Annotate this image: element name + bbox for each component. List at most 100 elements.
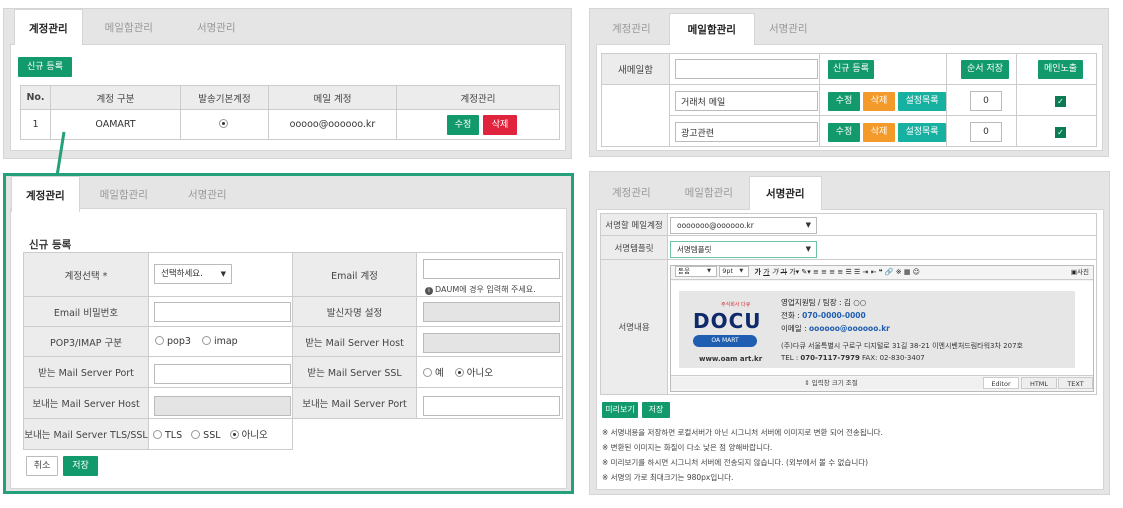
recv-port-input[interactable] xyxy=(154,364,291,384)
new-mailbox-button[interactable]: 신규 등록 xyxy=(828,60,874,79)
source-photo-button[interactable]: ▣사진 xyxy=(1071,266,1089,279)
new-account-button[interactable]: 신규 등록 xyxy=(18,57,72,77)
tab-mailbox[interactable]: 메일함관리 xyxy=(80,176,168,212)
save-button[interactable]: 저장 xyxy=(63,456,98,476)
imap-label: imap xyxy=(213,336,238,347)
align-left-icon[interactable]: ≡ xyxy=(813,268,819,276)
ssl-yes-radio[interactable] xyxy=(423,368,432,377)
main-expose-check-icon[interactable]: ✓ xyxy=(1055,127,1066,138)
bullet-list-icon[interactable]: ☰ xyxy=(854,268,860,276)
mailbox-settings-button[interactable]: 설정목록 xyxy=(898,92,946,111)
tab-signature[interactable]: 서명관리 xyxy=(755,13,822,45)
preview-button[interactable]: 미리보기 xyxy=(602,402,638,418)
editor-mode-tab-html[interactable]: HTML xyxy=(1021,377,1057,389)
account-select-label: 계정선택 * xyxy=(23,252,149,297)
delete-button[interactable]: 삭제 xyxy=(483,115,517,135)
logo-small-text: 주식회사 다큐 xyxy=(721,302,751,308)
indent-icon[interactable]: ⇥ xyxy=(863,268,869,276)
mailbox-settings-button[interactable]: 설정목록 xyxy=(898,123,946,142)
col-default: 발송기본계정 xyxy=(180,85,269,110)
ssl-label: SSL xyxy=(203,430,221,441)
caret-down-icon: ▼ xyxy=(805,245,811,253)
mail-account-select[interactable]: ooooooo@oooooo.kr ▼ xyxy=(670,217,817,234)
account-table: No. 계정 구분 발송기본계정 메일 계정 계정관리 1 OAMART ooo… xyxy=(20,85,560,140)
tab-mailbox[interactable]: 메일함관리 xyxy=(669,176,749,210)
size-select[interactable]: 9pt ▼ xyxy=(719,266,750,277)
email-account-label: Email 계정 xyxy=(292,252,417,297)
edit-button[interactable]: 수정 xyxy=(447,115,479,135)
email-account-input[interactable] xyxy=(423,259,560,279)
default-radio[interactable] xyxy=(218,119,228,128)
italic-icon[interactable]: 가 xyxy=(772,268,778,276)
ssl-no-radio[interactable] xyxy=(454,368,464,377)
align-center-icon[interactable]: ≡ xyxy=(821,268,827,276)
mailbox-order-input-2[interactable] xyxy=(970,122,1002,142)
highlight-icon[interactable]: ✎▾ xyxy=(801,268,810,276)
tab-mailbox[interactable]: 메일함관리 xyxy=(83,9,175,45)
main-expose-check-icon[interactable]: ✓ xyxy=(1055,96,1066,107)
recv-ssl-cell: 예 아니오 xyxy=(416,356,563,388)
mailbox-name-input-1[interactable] xyxy=(675,91,818,111)
tab-accounts[interactable]: 계정관리 xyxy=(11,176,80,212)
tab-signature[interactable]: 서명관리 xyxy=(175,9,258,45)
protocol-cell: pop3 imap xyxy=(148,326,293,357)
tab-accounts[interactable]: 계정관리 xyxy=(594,176,669,210)
editor-mode-tab-text[interactable]: TEXT xyxy=(1058,377,1093,389)
order-save-button[interactable]: 순서 저장 xyxy=(961,60,1009,79)
bold-icon[interactable]: 가 xyxy=(754,268,760,276)
email-password-input[interactable] xyxy=(154,302,291,322)
special-char-icon[interactable]: ※ xyxy=(896,268,902,276)
main-expose-button[interactable]: 메인노출 xyxy=(1038,60,1083,79)
link-icon[interactable]: 🔗 xyxy=(885,268,894,276)
justify-icon[interactable]: ≡ xyxy=(837,268,843,276)
email-password-label: Email 비밀번호 xyxy=(23,296,149,327)
mailbox-delete-button[interactable]: 삭제 xyxy=(863,92,895,111)
strike-icon[interactable]: 가 xyxy=(781,268,787,276)
mailbox-edit-button[interactable]: 수정 xyxy=(828,123,860,142)
signature-save-button[interactable]: 저장 xyxy=(642,402,670,418)
tab-accounts[interactable]: 계정관리 xyxy=(594,13,669,45)
cancel-button[interactable]: 취소 xyxy=(26,456,58,476)
tab-bar: 계정관리 메일함관리 서명관리 xyxy=(594,176,822,210)
tls-radio[interactable] xyxy=(153,430,162,439)
protocol-label: POP3/IMAP 구분 xyxy=(23,326,149,357)
caret-down-icon: ▼ xyxy=(805,221,811,229)
tab-bar: 계정관리 메일함관리 서명관리 xyxy=(11,176,247,212)
mailbox-edit-button[interactable]: 수정 xyxy=(828,92,860,111)
tab-mailbox[interactable]: 메일함관리 xyxy=(668,13,755,45)
new-mailbox-input[interactable] xyxy=(675,59,818,79)
pop3-radio[interactable] xyxy=(155,336,164,345)
tab-accounts[interactable]: 계정관리 xyxy=(14,9,83,45)
outdent-icon[interactable]: ⇤ xyxy=(871,268,877,276)
section-title: 신규 등록 xyxy=(29,239,72,251)
ordered-list-icon[interactable]: ☰ xyxy=(845,268,851,276)
font-select[interactable]: 돋움 ▼ xyxy=(675,266,717,277)
align-right-icon[interactable]: ≡ xyxy=(829,268,835,276)
mailbox-delete-button[interactable]: 삭제 xyxy=(863,123,895,142)
col-type: 계정 구분 xyxy=(50,85,181,110)
editor-mode-tab-editor[interactable]: Editor xyxy=(983,377,1019,389)
quote-icon[interactable]: ❝ xyxy=(879,268,883,276)
content-label: 서명내용 xyxy=(600,259,668,395)
font-color-icon[interactable]: 가▾ xyxy=(789,268,799,276)
underline-icon[interactable]: 가 xyxy=(763,268,769,276)
mailbox-order-input-1[interactable] xyxy=(970,91,1002,111)
send-port-input[interactable] xyxy=(423,396,560,416)
template-select[interactable]: 서명템플릿 ▼ xyxy=(670,241,817,258)
account-select[interactable]: 선택하세요. ▼ xyxy=(154,264,232,284)
resize-handle[interactable]: ⇕ 입력창 크기 조절 xyxy=(671,377,991,389)
mailbox-name-input-2[interactable] xyxy=(675,122,818,142)
imap-radio[interactable] xyxy=(201,336,211,345)
recv-host-input[interactable] xyxy=(423,333,560,353)
emoticon-icon[interactable]: ☺ xyxy=(913,268,920,276)
tab-signature[interactable]: 서명관리 xyxy=(168,176,247,212)
signature-card: 주식회사 다큐 DOCU OA MART www.oam art.kr 영업지원… xyxy=(679,291,1075,368)
send-host-input[interactable] xyxy=(154,396,291,416)
sender-name-input[interactable] xyxy=(423,302,560,322)
ssl-radio[interactable] xyxy=(191,430,201,439)
default-radio-cell xyxy=(180,109,269,140)
editor-toolbar: 돋움 ▼ 9pt ▼ 가 가 가 가 가▾ ✎▾ ≡ ≡ ≡ ≡ ☰ ☰ ⇥ ⇤ ❝… xyxy=(671,266,1093,280)
none-radio[interactable] xyxy=(229,430,239,439)
tab-signature[interactable]: 서명관리 xyxy=(748,176,822,210)
table-icon[interactable]: ▦ xyxy=(904,268,911,276)
